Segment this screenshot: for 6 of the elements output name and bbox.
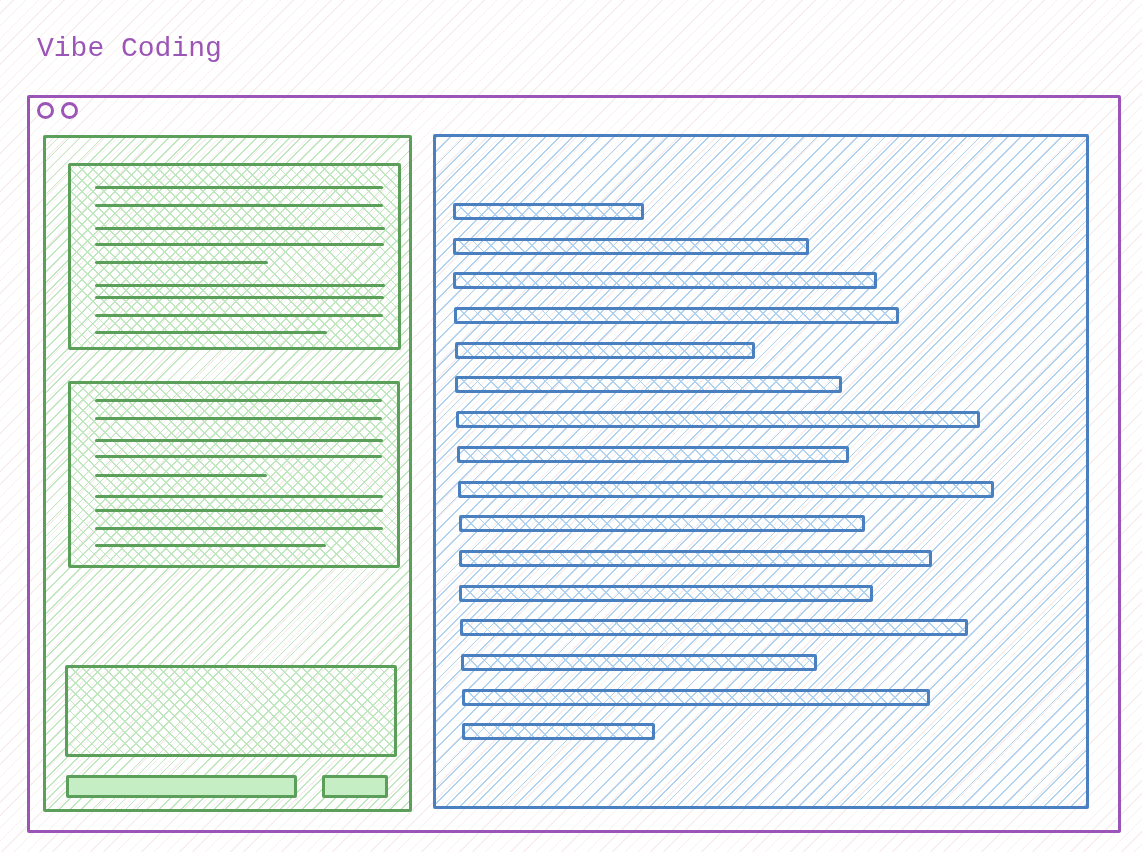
wide-button[interactable]: [66, 775, 297, 798]
page-title: Vibe Coding: [37, 33, 222, 65]
input-field[interactable]: [65, 665, 397, 757]
circle-icon[interactable]: [61, 102, 78, 119]
small-button[interactable]: [322, 775, 388, 798]
circle-icon[interactable]: [37, 102, 54, 119]
